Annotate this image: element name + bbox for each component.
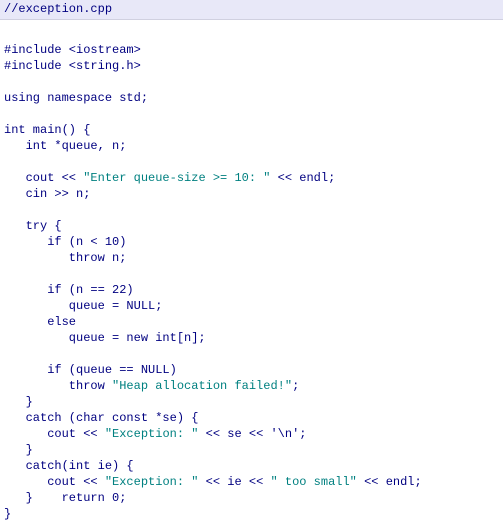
code-line: cout << "Enter queue-size >= 10: " << en… [4, 171, 335, 185]
code-line: cout << "Exception: " << ie << " too sma… [4, 475, 422, 489]
string-literal: "Enter queue-size >= 10: " [83, 171, 270, 185]
code-frag: cout << [4, 475, 105, 489]
string-literal: "Exception: " [105, 427, 199, 441]
code-block: #include <iostream> #include <string.h> … [0, 20, 503, 526]
code-line: queue = new int[n]; [4, 331, 206, 345]
code-line: int main() { [4, 123, 90, 137]
code-line: using namespace std; [4, 91, 148, 105]
code-line: } [4, 395, 33, 409]
string-literal: "Heap allocation failed!" [112, 379, 292, 393]
code-line: } [4, 443, 33, 457]
code-line: throw "Heap allocation failed!"; [4, 379, 299, 393]
code-line: catch(int ie) { [4, 459, 134, 473]
code-line: } return 0; [4, 491, 126, 505]
code-frag: << endl; [357, 475, 422, 489]
code-frag: ; [292, 379, 299, 393]
code-line: if (queue == NULL) [4, 363, 177, 377]
code-line: else [4, 315, 76, 329]
code-frag: << ie << [198, 475, 270, 489]
code-line: #include <iostream> [4, 43, 141, 57]
code-line: catch (char const *se) { [4, 411, 198, 425]
code-line: if (n < 10) [4, 235, 126, 249]
code-frag: << se << '\n'; [198, 427, 306, 441]
code-frag: cout << [4, 171, 83, 185]
code-frag: << endl; [270, 171, 335, 185]
code-line: cout << "Exception: " << se << '\n'; [4, 427, 306, 441]
string-literal: " too small" [270, 475, 356, 489]
code-line: throw n; [4, 251, 126, 265]
code-line: } [4, 507, 11, 521]
code-line: int *queue, n; [4, 139, 126, 153]
code-frag: throw [4, 379, 112, 393]
code-line: if (n == 22) [4, 283, 134, 297]
file-header: //exception.cpp [0, 0, 503, 20]
code-frag: cout << [4, 427, 105, 441]
file-comment: //exception.cpp [4, 2, 112, 16]
string-literal: "Exception: " [105, 475, 199, 489]
code-line: queue = NULL; [4, 299, 162, 313]
code-line: try { [4, 219, 62, 233]
code-line: #include <string.h> [4, 59, 141, 73]
code-line: cin >> n; [4, 187, 90, 201]
